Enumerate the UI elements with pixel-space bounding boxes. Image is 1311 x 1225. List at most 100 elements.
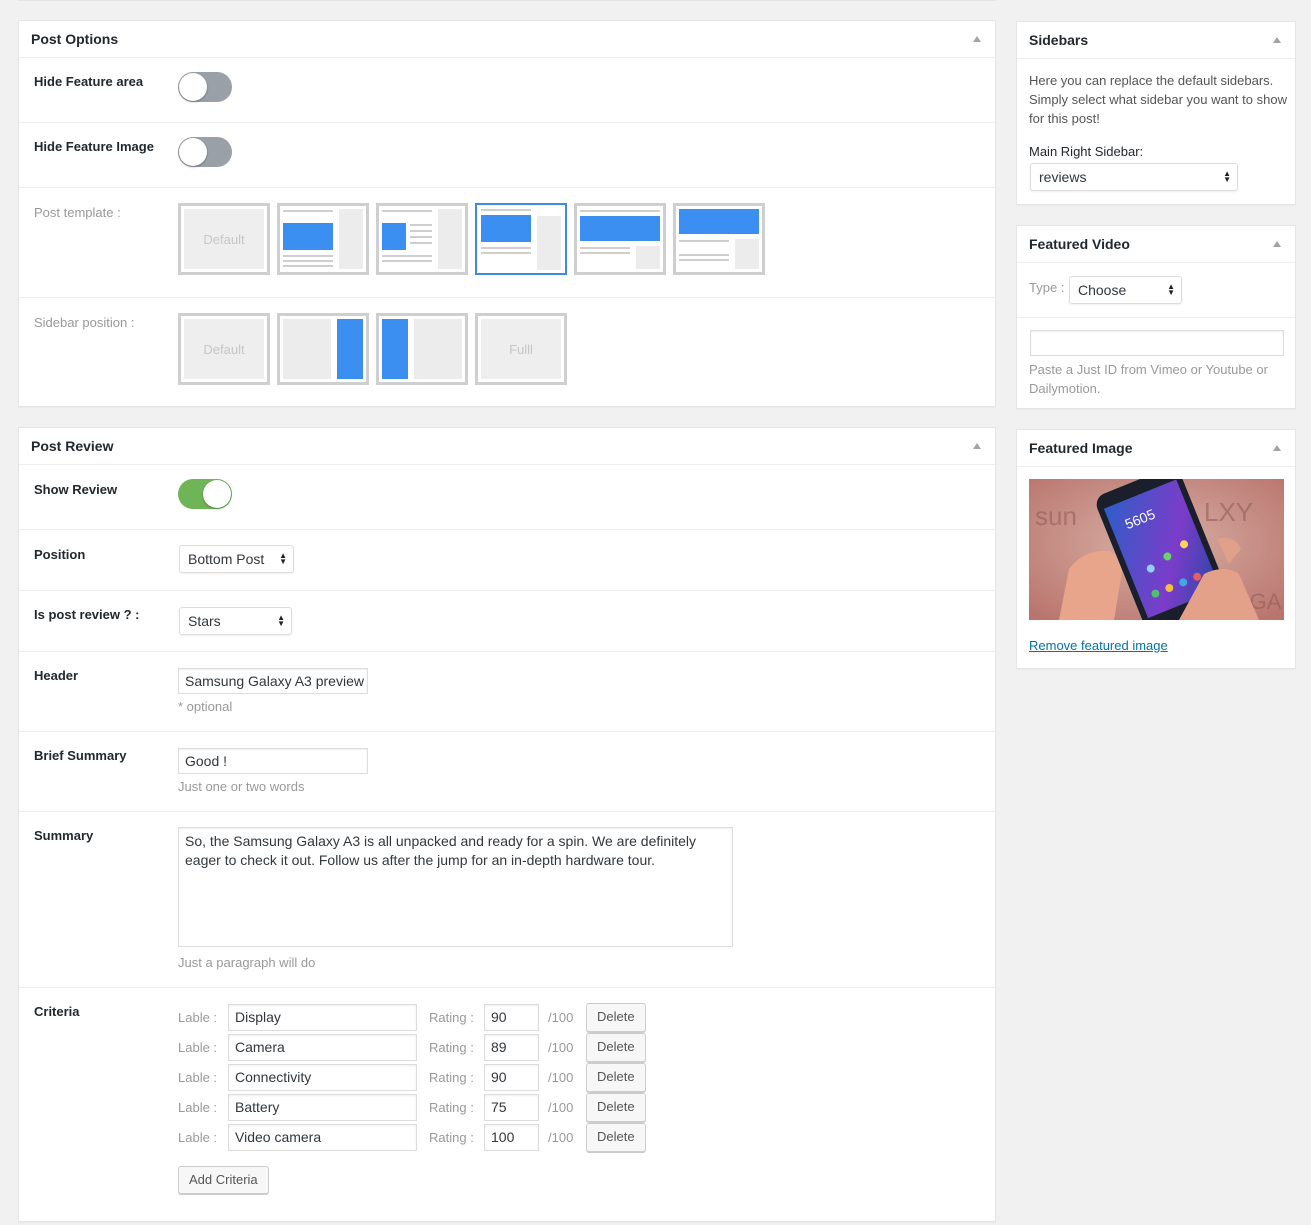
header-input[interactable]: Samsung Galaxy A3 preview <box>178 668 368 694</box>
remove-featured-image-link[interactable]: Remove featured image <box>1029 638 1168 653</box>
header-hint: * optional <box>178 699 233 714</box>
sidebar-option-left[interactable] <box>376 313 468 385</box>
criteria-delete-button[interactable]: Delete <box>586 1033 646 1062</box>
criteria-lable-text: Lable : <box>178 1010 218 1025</box>
toggle-knob <box>179 73 207 101</box>
svg-text:sun: sun <box>1035 501 1077 531</box>
featured-image-thumbnail[interactable]: sun LXY ng GA 5605 <box>1029 479 1284 620</box>
template-option-6[interactable] <box>673 203 765 275</box>
criteria-rating-input[interactable]: 90 <box>484 1004 539 1031</box>
header-label: Header <box>34 668 79 683</box>
post-template-row: Post template : Default <box>19 187 995 297</box>
sidebars-header[interactable]: Sidebars <box>1017 22 1295 59</box>
sidebar-default-label: Default <box>184 319 264 379</box>
criteria-name-input[interactable]: Display <box>228 1004 417 1031</box>
sidebar-option-right[interactable] <box>277 313 369 385</box>
add-criteria-button[interactable]: Add Criteria <box>178 1166 269 1194</box>
brief-summary-row: Brief Summary Good ! Just one or two wor… <box>19 731 995 811</box>
criteria-delete-button[interactable]: Delete <box>586 1123 646 1152</box>
select-arrows-icon: ▲ ▼ <box>1223 169 1231 184</box>
brief-summary-hint: Just one or two words <box>178 779 305 794</box>
criteria-rating-text: Rating : <box>429 1130 474 1145</box>
hide-feature-area-row: Hide Feature area <box>19 58 995 123</box>
collapse-arrow-icon[interactable] <box>973 36 981 42</box>
toggle-knob <box>179 138 207 166</box>
video-type-select[interactable]: Choose ▲ ▼ <box>1069 276 1182 304</box>
select-arrows-icon: ▲ ▼ <box>1167 282 1175 297</box>
criteria-max-text: /100 <box>548 1010 574 1025</box>
criteria-rating-input[interactable]: 100 <box>484 1124 539 1151</box>
criteria-lable-text: Lable : <box>178 1040 218 1055</box>
position-row: Position Bottom Post ▲ ▼ <box>19 529 995 590</box>
select-arrows-icon: ▲ ▼ <box>277 613 285 628</box>
post-review-title: Post Review <box>31 438 114 454</box>
video-type-label: Type : <box>1029 280 1065 295</box>
criteria-max-text: /100 <box>548 1100 574 1115</box>
criteria-name-input[interactable]: Video camera <box>228 1124 417 1151</box>
position-select-value: Bottom Post <box>188 551 265 567</box>
post-options-header[interactable]: Post Options <box>19 21 995 58</box>
post-review-box: Post Review Show Review Position Bottom … <box>18 427 996 1222</box>
divider <box>1017 317 1295 318</box>
summary-textarea[interactable]: So, the Samsung Galaxy A3 is all unpacke… <box>178 827 733 947</box>
criteria-name-input[interactable]: Battery <box>228 1094 417 1121</box>
collapse-arrow-icon[interactable] <box>973 443 981 449</box>
show-review-toggle[interactable] <box>178 479 232 509</box>
sidebars-box: Sidebars Here you can replace the defaul… <box>1016 21 1296 205</box>
position-select[interactable]: Bottom Post ▲ ▼ <box>179 545 294 573</box>
video-id-hint: Paste a Just ID from Vimeo or Youtube or… <box>1029 362 1268 396</box>
select-arrows-icon: ▲ ▼ <box>279 551 287 566</box>
criteria-max-text: /100 <box>548 1130 574 1145</box>
criteria-lable-text: Lable : <box>178 1130 218 1145</box>
collapse-arrow-icon[interactable] <box>1273 445 1281 451</box>
hide-feature-image-toggle[interactable] <box>178 137 232 167</box>
criteria-delete-button[interactable]: Delete <box>586 1063 646 1092</box>
criteria-lable-text: Lable : <box>178 1070 218 1085</box>
template-option-4-selected[interactable] <box>475 203 567 275</box>
criteria-label: Criteria <box>34 1004 80 1019</box>
criteria-rating-input[interactable]: 90 <box>484 1064 539 1091</box>
sidebar-position-row: Sidebar position : Default Fulll <box>19 297 995 407</box>
main-right-sidebar-select[interactable]: reviews ▲ ▼ <box>1030 163 1238 191</box>
criteria-rating-text: Rating : <box>429 1010 474 1025</box>
criteria-max-text: /100 <box>548 1070 574 1085</box>
review-type-select[interactable]: Stars ▲ ▼ <box>179 607 292 635</box>
post-options-box: Post Options Hide Feature area Hide Feat… <box>18 20 996 407</box>
show-review-label: Show Review <box>34 482 118 497</box>
post-review-header[interactable]: Post Review <box>19 428 995 465</box>
featured-video-header[interactable]: Featured Video <box>1017 226 1295 263</box>
header-row: Header Samsung Galaxy A3 preview * optio… <box>19 651 995 731</box>
sidebar-option-default[interactable]: Default <box>178 313 270 385</box>
hide-feature-area-toggle[interactable] <box>178 72 232 102</box>
collapse-arrow-icon[interactable] <box>1273 241 1281 247</box>
summary-row: Summary So, the Samsung Galaxy A3 is all… <box>19 811 995 987</box>
criteria-delete-button[interactable]: Delete <box>586 1003 646 1032</box>
template-option-3[interactable] <box>376 203 468 275</box>
video-id-input[interactable] <box>1030 330 1284 356</box>
sidebar-option-full[interactable]: Fulll <box>475 313 567 385</box>
template-option-2[interactable] <box>277 203 369 275</box>
featured-video-box: Featured Video Type : Choose ▲ ▼ Paste a … <box>1016 225 1296 409</box>
criteria-name-input[interactable]: Connectivity <box>228 1064 417 1091</box>
criteria-name-input[interactable]: Camera <box>228 1034 417 1061</box>
criteria-rating-input[interactable]: 75 <box>484 1094 539 1121</box>
hide-feature-area-label: Hide Feature area <box>34 74 144 89</box>
criteria-max-text: /100 <box>548 1040 574 1055</box>
criteria-rating-input[interactable]: 89 <box>484 1034 539 1061</box>
sidebars-description: Here you can replace the default sidebar… <box>1029 73 1287 126</box>
criteria-row: Criteria Lable : Display Rating : 90/100 Del… <box>19 987 995 1222</box>
template-option-5[interactable] <box>574 203 666 275</box>
collapse-arrow-icon[interactable] <box>1273 37 1281 43</box>
post-options-title: Post Options <box>31 31 119 47</box>
featured-video-title: Featured Video <box>1029 236 1130 252</box>
show-review-row: Show Review <box>19 465 995 530</box>
featured-image-header[interactable]: Featured Image <box>1017 430 1295 467</box>
template-option-default[interactable]: Default <box>178 203 270 275</box>
featured-image-box: Featured Image sun LXY ng GA <box>1016 429 1296 669</box>
criteria-delete-button[interactable]: Delete <box>586 1093 646 1122</box>
hide-feature-image-row: Hide Feature Image <box>19 122 995 187</box>
review-type-row: Is post review ? : Stars ▲ ▼ <box>19 590 995 651</box>
svg-text:LXY: LXY <box>1204 497 1253 527</box>
brief-summary-input[interactable]: Good ! <box>178 748 368 774</box>
sidebars-title: Sidebars <box>1029 32 1089 48</box>
